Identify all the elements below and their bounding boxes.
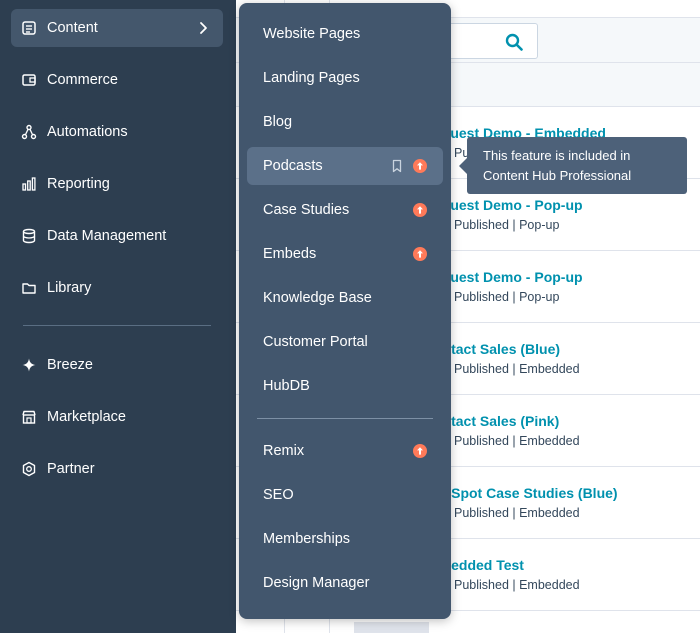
menu-item-landing-pages[interactable]: Landing Pages xyxy=(247,59,443,97)
form-status: Published | Pop-up xyxy=(454,218,560,232)
sidebar-item-label: Library xyxy=(47,280,92,296)
menu-item-website-pages[interactable]: Website Pages xyxy=(247,15,443,53)
menu-item-label: Podcasts xyxy=(263,158,323,174)
chevron-right-icon xyxy=(200,22,207,34)
upgrade-icon xyxy=(413,203,427,217)
sparkle-icon xyxy=(21,357,37,373)
sidebar-item-breeze[interactable]: Breeze xyxy=(11,346,223,384)
sidebar-item-label: Automations xyxy=(47,124,128,140)
sidebar-item-label: Commerce xyxy=(47,72,118,88)
sidebar-item-marketplace[interactable]: Marketplace xyxy=(11,398,223,436)
tooltip-line: This feature is included in xyxy=(483,148,631,163)
menu-item-label: Embeds xyxy=(263,246,317,262)
menu-item-hubdb[interactable]: HubDB xyxy=(247,367,443,405)
store-icon xyxy=(21,409,37,425)
form-status: Published | Pop-up xyxy=(454,290,560,304)
menu-item-knowledge-base[interactable]: Knowledge Base xyxy=(247,279,443,317)
form-name-link[interactable]: ontact Sales (Blue) xyxy=(434,341,560,357)
upgrade-icon xyxy=(413,247,427,261)
partner-badge-icon xyxy=(21,461,37,477)
form-status: Published | Embedded xyxy=(454,362,580,376)
menu-item-label: Landing Pages xyxy=(263,70,360,86)
automations-icon xyxy=(21,124,37,140)
menu-item-embeds[interactable]: Embeds xyxy=(247,235,443,273)
folder-icon xyxy=(21,280,37,296)
sidebar-item-partner[interactable]: Partner xyxy=(11,450,223,488)
form-name-link[interactable]: ubSpot Case Studies (Blue) xyxy=(434,485,618,501)
menu-item-seo[interactable]: SEO xyxy=(247,476,443,514)
menu-item-label: HubDB xyxy=(263,378,310,394)
menu-item-design-manager[interactable]: Design Manager xyxy=(247,564,443,602)
search-icon[interactable] xyxy=(505,33,523,51)
form-name-link[interactable]: equest Demo - Pop-up xyxy=(434,269,583,285)
sidebar-item-label: Breeze xyxy=(47,357,93,373)
sidebar-item-commerce[interactable]: Commerce xyxy=(11,61,223,99)
sidebar-item-content[interactable]: Content xyxy=(11,9,223,47)
upgrade-icon xyxy=(413,444,427,458)
sidebar-item-label: Partner xyxy=(47,461,95,477)
row-thumbnail xyxy=(354,622,429,633)
data-management-icon xyxy=(21,228,37,244)
content-icon xyxy=(21,20,37,36)
form-name-link[interactable]: ontact Sales (Pink) xyxy=(434,413,559,429)
menu-item-label: SEO xyxy=(263,487,294,503)
menu-item-label: Website Pages xyxy=(263,26,361,42)
menu-item-label: Knowledge Base xyxy=(263,290,372,306)
upgrade-tooltip: This feature is included in Content Hub … xyxy=(459,137,687,194)
upgrade-icon xyxy=(413,159,427,173)
menu-item-case-studies[interactable]: Case Studies xyxy=(247,191,443,229)
sidebar-divider xyxy=(23,325,211,326)
sidebar-item-label: Content xyxy=(47,20,98,36)
menu-item-memberships[interactable]: Memberships xyxy=(247,520,443,558)
bookmark-icon[interactable] xyxy=(390,159,404,173)
sidebar-item-label: Reporting xyxy=(47,176,110,192)
menu-item-podcasts[interactable]: Podcasts xyxy=(247,147,443,185)
tooltip-line: Content Hub Professional xyxy=(483,168,632,183)
sidebar-item-library[interactable]: Library xyxy=(11,269,223,307)
menu-item-label: Case Studies xyxy=(263,202,350,218)
main-sidebar: Content Commerce Automations Reporting D… xyxy=(0,0,236,633)
menu-item-label: Design Manager xyxy=(263,575,370,591)
menu-item-customer-portal[interactable]: Customer Portal xyxy=(247,323,443,361)
content-flyout-menu: Website Pages Landing Pages Blog Podcast… xyxy=(239,3,451,619)
sidebar-item-reporting[interactable]: Reporting xyxy=(11,165,223,203)
reporting-icon xyxy=(21,176,37,192)
form-status: Published | Embedded xyxy=(454,506,580,520)
commerce-icon xyxy=(21,72,37,88)
form-status: Published | Embedded xyxy=(454,434,580,448)
form-status: Published | Embedded xyxy=(454,578,580,592)
menu-item-label: Blog xyxy=(263,114,293,130)
menu-divider xyxy=(257,418,433,419)
sidebar-item-automations[interactable]: Automations xyxy=(11,113,223,151)
menu-item-label: Memberships xyxy=(263,531,351,547)
sidebar-item-label: Data Management xyxy=(47,228,167,244)
menu-item-label: Remix xyxy=(263,443,305,459)
sidebar-item-data-management[interactable]: Data Management xyxy=(11,217,223,255)
menu-item-label: Customer Portal xyxy=(263,334,368,350)
form-name-link[interactable]: equest Demo - Pop-up xyxy=(434,197,583,213)
menu-item-blog[interactable]: Blog xyxy=(247,103,443,141)
sidebar-item-label: Marketplace xyxy=(47,409,126,425)
menu-item-remix[interactable]: Remix xyxy=(247,432,443,470)
